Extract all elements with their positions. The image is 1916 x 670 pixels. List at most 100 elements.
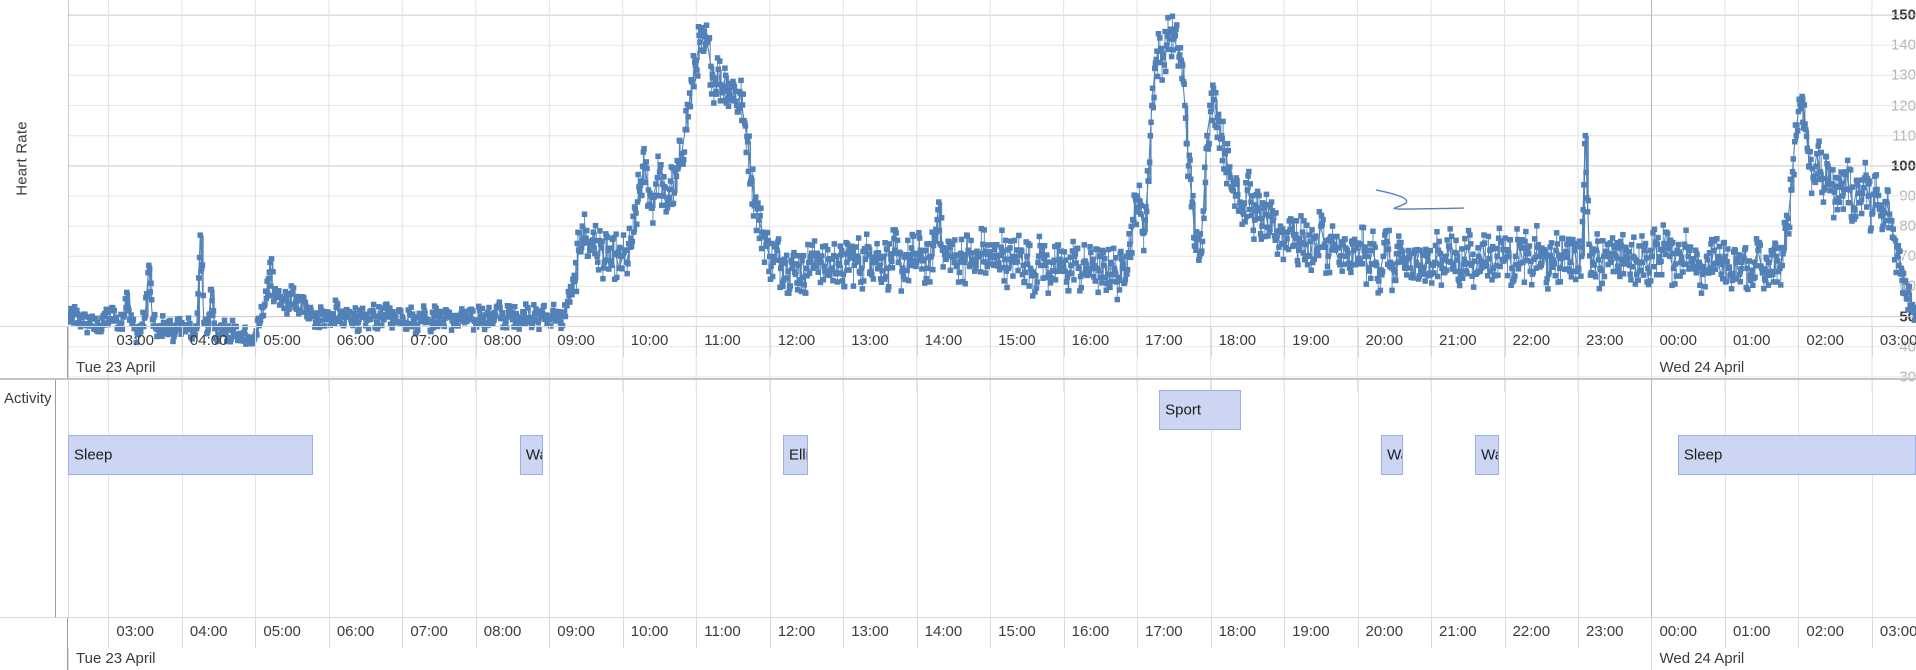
activity-block[interactable]: Wa — [1381, 435, 1403, 475]
data-point-marker — [818, 260, 824, 266]
data-point-marker — [984, 260, 990, 266]
data-point-marker — [627, 245, 633, 251]
activity-block-label: Sleep — [74, 447, 112, 464]
data-point-marker — [1127, 242, 1133, 248]
data-point-marker — [675, 166, 681, 172]
data-point-marker — [1869, 211, 1875, 217]
data-point-marker — [1498, 239, 1504, 245]
data-point-marker — [1237, 199, 1243, 205]
data-point-marker — [646, 187, 652, 193]
bottom-axis-hour-tick: 02:00 — [1798, 618, 1871, 648]
data-point-marker — [1807, 163, 1813, 169]
data-point-marker — [1763, 278, 1769, 284]
data-point-marker — [1730, 278, 1736, 284]
data-point-marker — [1017, 248, 1023, 254]
data-point-marker — [422, 308, 428, 314]
data-point-marker — [1494, 254, 1500, 260]
data-point-marker — [572, 278, 578, 284]
data-point-marker — [330, 320, 336, 326]
data-point-marker — [789, 260, 795, 266]
data-point-marker — [146, 263, 152, 269]
data-point-marker — [495, 305, 501, 311]
data-point-marker — [76, 320, 82, 326]
activity-block[interactable]: Elli — [783, 435, 808, 475]
activity-block[interactable]: Sleep — [1678, 435, 1916, 475]
data-point-marker — [1744, 266, 1750, 272]
data-point-marker — [1891, 236, 1897, 242]
activity-gridlines — [68, 380, 1916, 617]
data-point-marker — [723, 73, 729, 79]
data-point-marker — [1046, 272, 1052, 278]
data-point-marker — [602, 260, 608, 266]
data-point-marker — [282, 296, 288, 302]
data-point-marker — [657, 169, 663, 175]
data-point-marker — [1068, 263, 1074, 269]
data-point-marker — [635, 199, 641, 205]
data-point-marker — [1686, 254, 1692, 260]
data-point-marker — [396, 308, 402, 314]
data-point-marker — [1799, 94, 1805, 100]
data-point-marker — [910, 251, 916, 257]
data-point-marker — [712, 82, 718, 88]
data-point-marker — [1278, 223, 1284, 229]
activity-block[interactable]: Sleep — [68, 435, 313, 475]
data-point-marker — [554, 314, 560, 320]
data-point-marker — [484, 320, 490, 326]
data-point-marker — [833, 254, 839, 260]
data-point-marker — [1910, 302, 1916, 308]
data-point-marker — [142, 314, 148, 320]
data-point-marker — [580, 223, 586, 229]
top-axis-hour-tick-label: 09:00 — [557, 332, 595, 349]
data-point-marker — [1487, 248, 1493, 254]
activity-block[interactable]: Sport — [1159, 390, 1241, 430]
activity-block-label: Sleep — [1684, 447, 1722, 464]
top-axis-hour-tick: 01:00 — [1725, 327, 1798, 357]
data-point-marker — [1392, 278, 1398, 284]
data-point-marker — [1814, 151, 1820, 157]
data-point-marker — [642, 163, 648, 169]
data-point-marker — [1359, 242, 1365, 248]
data-point-marker — [951, 254, 957, 260]
data-point-marker — [1656, 260, 1662, 266]
data-point-marker — [932, 239, 938, 245]
data-point-marker — [1663, 229, 1669, 235]
data-point-marker — [741, 118, 747, 124]
data-point-marker — [1579, 254, 1585, 260]
activity-block[interactable]: Wa — [520, 435, 544, 475]
data-point-marker — [514, 311, 520, 317]
data-point-marker — [767, 254, 773, 260]
data-point-marker — [1660, 248, 1666, 254]
data-point-marker — [480, 314, 486, 320]
data-point-marker — [1370, 248, 1376, 254]
data-point-marker — [885, 266, 891, 272]
data-point-marker — [998, 245, 1004, 251]
x-axis-day-labels-top: Tue 23 AprilWed 24 April — [68, 357, 1916, 379]
data-point-marker — [598, 242, 604, 248]
bottom-axis-day-label: Tue 23 April — [68, 648, 1651, 670]
data-point-marker — [793, 272, 799, 278]
bottom-axis-hour-tick-label: 19:00 — [1292, 623, 1330, 640]
data-point-marker — [1586, 242, 1592, 248]
activity-plot-area[interactable]: Sleep Wa Elli Sport Wa Wa Sleep — [68, 380, 1916, 617]
data-point-marker — [576, 248, 582, 254]
data-point-marker — [1689, 266, 1695, 272]
top-axis-hour-tick: 19:00 — [1284, 327, 1357, 357]
data-point-marker — [1458, 269, 1464, 275]
data-point-marker — [1021, 263, 1027, 269]
data-point-marker — [499, 314, 505, 320]
data-point-marker — [267, 260, 273, 266]
bottom-axis-hour-tick: 03:00 — [108, 618, 181, 648]
data-point-marker — [730, 79, 736, 85]
data-point-marker — [1539, 263, 1545, 269]
data-point-marker — [1145, 178, 1151, 184]
data-point-marker — [1726, 266, 1732, 272]
activity-block[interactable]: Wa — [1475, 435, 1499, 475]
data-point-marker — [1829, 181, 1835, 187]
data-point-marker — [605, 248, 611, 254]
top-axis-hour-tick-label: 03:00 — [1880, 332, 1916, 349]
data-point-marker — [664, 202, 670, 208]
data-point-marker — [870, 260, 876, 266]
data-point-marker — [1116, 278, 1122, 284]
data-point-marker — [300, 296, 306, 302]
data-point-marker — [1160, 55, 1166, 61]
